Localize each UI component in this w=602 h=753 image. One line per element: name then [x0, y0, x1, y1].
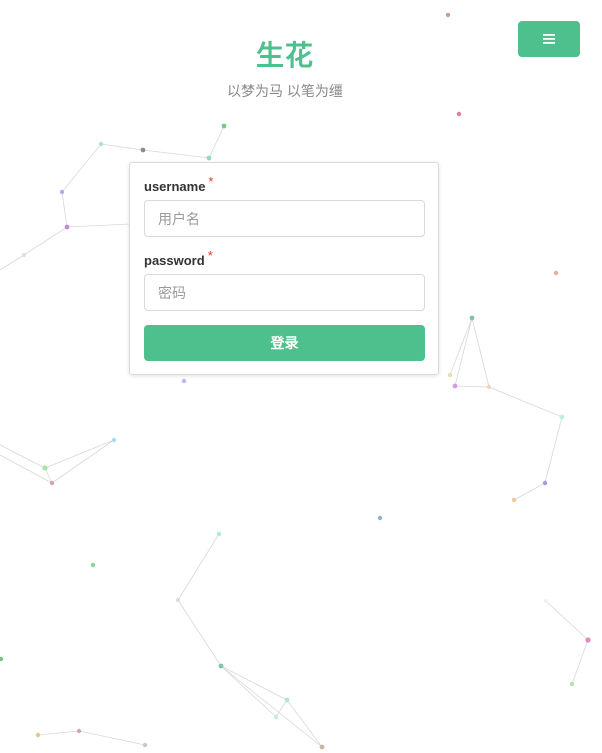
particle-network-background — [0, 12, 591, 750]
required-mark: * — [207, 248, 213, 263]
menu-button[interactable] — [518, 21, 580, 57]
login-button[interactable]: 登录 — [144, 325, 425, 361]
login-form: username* password* 登录 — [129, 162, 439, 375]
page: 生花 以梦为马 以笔为缰 username* password* 登录 — [0, 0, 602, 753]
password-label-text: password — [144, 253, 205, 268]
username-label: username * — [144, 174, 213, 194]
password-input[interactable] — [144, 274, 425, 311]
password-label: password * — [144, 248, 213, 268]
site-title: 生花 — [255, 40, 314, 71]
site-subtitle: 以梦为马 以笔为缰 — [227, 83, 343, 99]
required-mark: * — [208, 174, 214, 189]
username-label-text: username — [144, 179, 206, 194]
username-input[interactable] — [144, 200, 425, 237]
hamburger-icon — [543, 34, 555, 44]
